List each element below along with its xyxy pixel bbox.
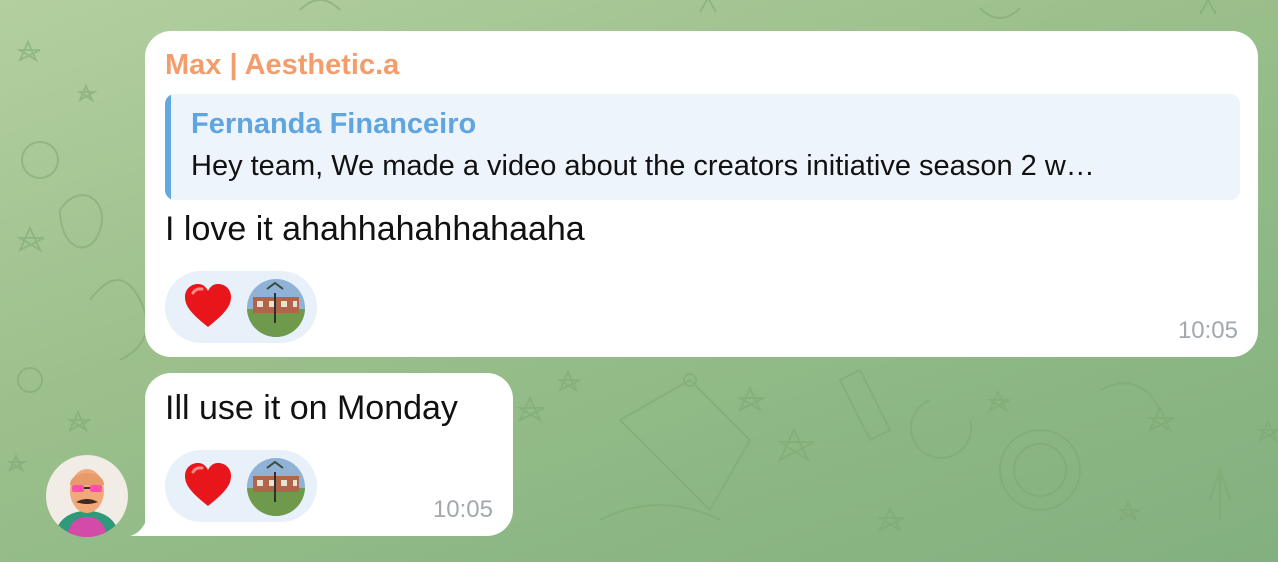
reactor-avatar	[247, 458, 305, 516]
reaction-chip[interactable]	[165, 271, 317, 343]
reply-accent-bar	[165, 94, 171, 200]
reply-quote[interactable]: Fernanda Financeiro Hey team, We made a …	[165, 94, 1240, 200]
reaction-chip[interactable]	[165, 450, 317, 522]
message-time: 10:05	[432, 496, 493, 523]
reply-text: Hey team, We made a video about the crea…	[191, 150, 1095, 182]
bubble-tail	[130, 512, 150, 536]
message-bubble[interactable]: Max | Aesthetic.a Fernanda Financeiro He…	[145, 31, 1258, 357]
reply-author: Fernanda Financeiro	[191, 108, 477, 140]
sender-name[interactable]: Max | Aesthetic.a	[165, 49, 399, 82]
message-bubble[interactable]: Ill use it on Monday 10:05	[145, 373, 513, 536]
message-text: I love it ahahhahahhahaaha	[165, 210, 585, 248]
sender-avatar[interactable]	[46, 455, 128, 537]
message-time: 10:05	[1177, 317, 1238, 344]
message-text: Ill use it on Monday	[165, 389, 458, 427]
reactor-avatar	[247, 279, 305, 337]
red-heart-icon	[185, 284, 231, 327]
red-heart-icon	[185, 463, 231, 506]
